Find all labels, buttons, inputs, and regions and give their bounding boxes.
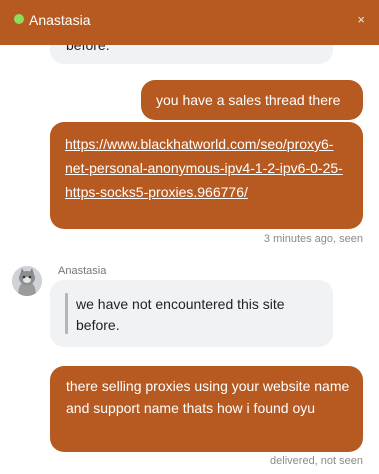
online-status-icon: [14, 14, 24, 24]
contact-name: Anastasia: [29, 12, 91, 28]
read-receipt: 3 minutes ago, seen: [263, 233, 363, 245]
outgoing-message: there selling proxies using your website…: [50, 366, 363, 452]
sender-name: Anastasia: [58, 265, 107, 277]
incoming-message-quote: we have not encountered this site before…: [50, 280, 333, 347]
message-text: there selling proxies using your website…: [66, 378, 350, 416]
message-text: we have not encountered this site before…: [76, 296, 285, 333]
close-button[interactable]: ×: [357, 11, 365, 28]
thread-link[interactable]: https://www.blackhatworld.com/seo/proxy6…: [65, 136, 343, 200]
cat-avatar-graphic: [12, 266, 42, 296]
quote-bar: [65, 293, 68, 334]
outgoing-message: you have a sales thread there: [141, 80, 363, 120]
outgoing-message-link: https://www.blackhatworld.com/seo/proxy6…: [50, 122, 363, 229]
delivery-receipt: delivered, not seen: [270, 455, 363, 467]
cat-avatar-icon: [12, 266, 42, 296]
chat-header: Anastasia ×: [0, 0, 379, 45]
message-text: you have a sales thread there: [156, 92, 341, 108]
